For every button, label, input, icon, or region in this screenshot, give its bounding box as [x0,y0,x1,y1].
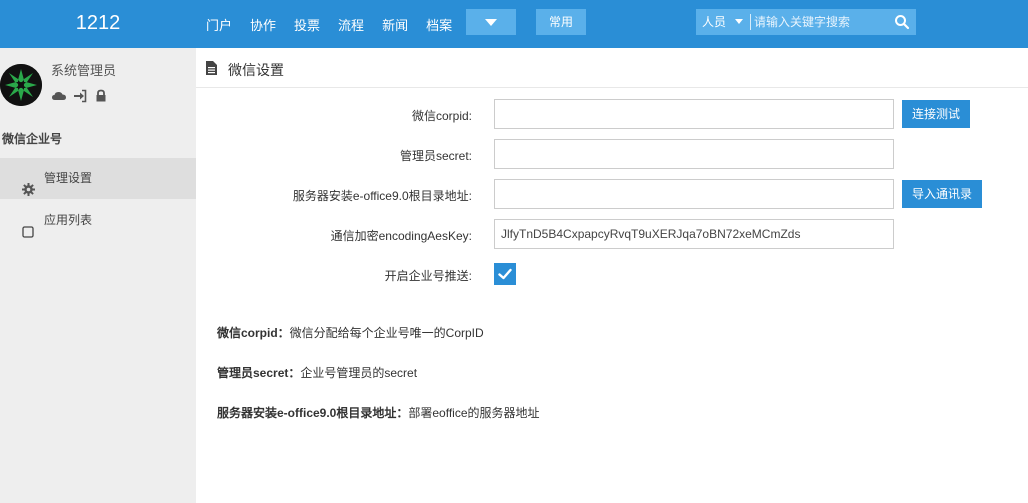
file-icon [206,61,217,75]
server-address-input[interactable] [494,179,894,209]
aeskey-input[interactable] [494,219,894,249]
search-input[interactable] [754,9,890,35]
import-contacts-button[interactable]: 导入通讯录 [902,180,982,208]
push-label: 开启企业号推送: [384,269,472,283]
user-actions [51,89,109,103]
nav-item-workflow[interactable]: 流程 [338,15,364,34]
page-title: 微信设置 [228,62,284,78]
nav-item-vote[interactable]: 投票 [294,15,320,34]
common-button[interactable]: 常用 [536,9,586,35]
check-icon [498,268,512,280]
nav-item-collaboration[interactable]: 协作 [250,15,276,34]
note-desc: 企业号管理员的secret [300,366,418,380]
note-server-address: 服务器安装e-office9.0根目录地址：部署eoffice的服务器地址 [217,404,540,421]
main-nav: 门户 协作 投票 流程 新闻 档案 [206,0,470,48]
caret-down-icon [735,19,743,24]
push-checkbox[interactable] [494,263,516,285]
note-term: 服务器安装e-office9.0根目录地址： [217,406,409,420]
note-term: 微信corpid： [217,326,290,340]
note-corpid: 微信corpid：微信分配给每个企业号唯一的CorpID [217,324,484,341]
nav-item-news[interactable]: 新闻 [382,15,408,34]
sign-in-icon[interactable] [73,89,87,103]
gear-icon [22,172,35,196]
module-title: 微信企业号 [2,132,63,146]
connect-test-button[interactable]: 连接测试 [902,100,970,128]
nav-item-archive[interactable]: 档案 [426,15,452,34]
sidebar-item-label: 管理设置 [44,171,93,185]
note-term: 管理员secret： [217,366,301,380]
sidebar: 系统管理员 微信企业号 管理设置 应用列表 [0,48,196,503]
top-bar: 1212 门户 协作 投票 流程 新闻 档案 常用 人员 [0,0,1028,48]
sidebar-item-app-list[interactable]: 应用列表 [0,200,196,241]
corpid-label: 微信corpid: [411,109,472,123]
square-icon [22,214,35,238]
sidebar-item-label: 应用列表 [44,213,93,227]
chevron-down-icon [485,19,497,26]
note-desc: 部署eoffice的服务器地址 [408,406,540,420]
nav-more-button[interactable] [466,9,516,35]
search-bar: 人员 [696,9,916,35]
main-content: 微信设置 微信corpid: 连接测试 管理员secret: 服务器安装e-of… [196,48,1028,503]
search-divider [750,14,751,30]
search-type-label: 人员 [702,15,727,29]
search-type-select[interactable]: 人员 [696,9,750,35]
cloud-icon[interactable] [51,89,66,103]
lock-icon[interactable] [95,89,109,103]
brand-title[interactable]: 1212 [0,0,196,48]
aeskey-label: 通信加密encodingAesKey: [330,229,472,243]
search-icon[interactable] [894,14,910,30]
server-address-label: 服务器安装e-office9.0根目录地址: [292,189,472,203]
secret-input[interactable] [494,139,894,169]
sidebar-item-manage-settings[interactable]: 管理设置 [0,158,196,199]
user-name: 系统管理员 [51,63,117,78]
note-desc: 微信分配给每个企业号唯一的CorpID [289,326,484,340]
page-header: 微信设置 [196,48,1028,88]
note-secret: 管理员secret：企业号管理员的secret [217,364,417,381]
corpid-input[interactable] [494,99,894,129]
secret-label: 管理员secret: [399,149,472,163]
nav-item-portal[interactable]: 门户 [206,15,232,34]
avatar[interactable] [0,64,42,106]
